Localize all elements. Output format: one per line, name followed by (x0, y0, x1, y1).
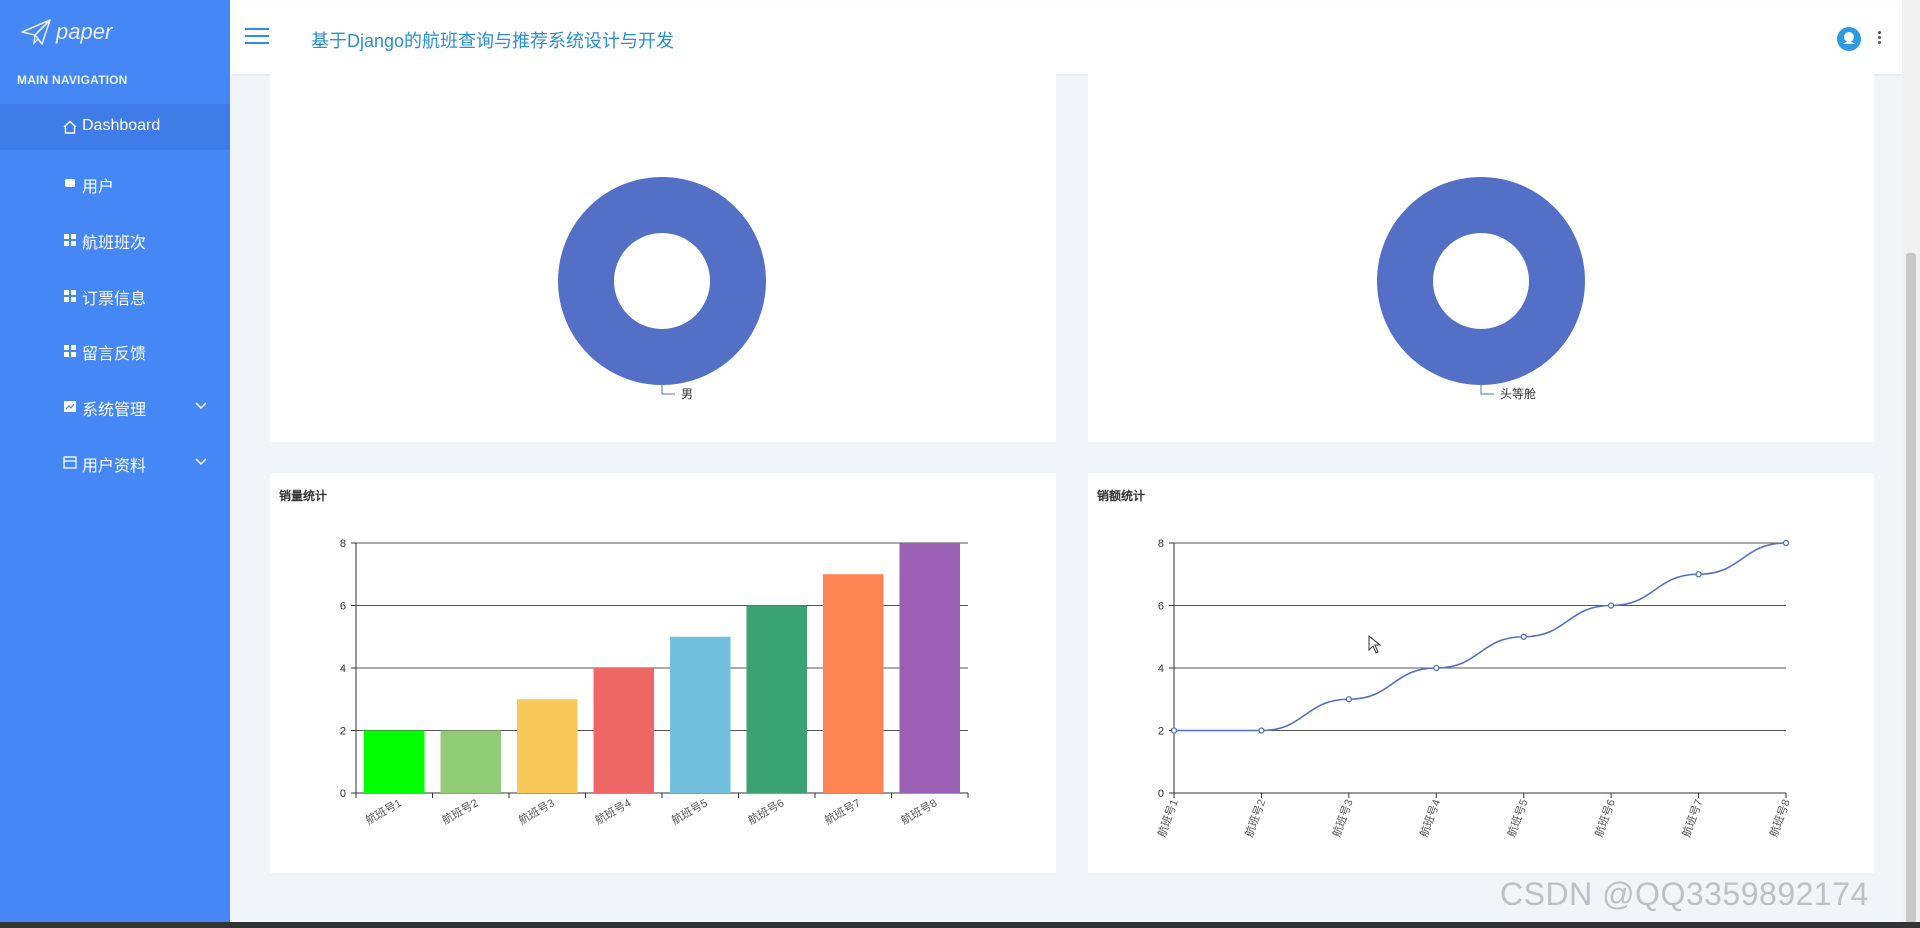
bar[interactable] (823, 574, 884, 793)
data-point[interactable] (1345, 696, 1353, 703)
sidebar-item-profile[interactable]: 用户资料 (0, 439, 230, 485)
pie-label: 男 (681, 387, 693, 401)
y-tick-label: 8 (340, 538, 346, 550)
brand-logo[interactable]: paper (20, 18, 112, 46)
cabin-pie-card: 头等舱 (1088, 74, 1874, 442)
y-tick-label: 2 (1158, 726, 1164, 738)
x-tick-label: 航班号5 (1504, 797, 1531, 839)
chart-icon (64, 401, 76, 412)
grid-icon (64, 234, 76, 246)
chevron-down-icon (195, 458, 207, 466)
sidebar-item-label: 留言反馈 (82, 346, 147, 363)
x-tick-label: 航班号1 (363, 795, 404, 827)
y-tick-label: 4 (1158, 663, 1164, 675)
data-point[interactable] (1607, 602, 1615, 609)
header: 基于Django的航班查询与推荐系统设计与开发 (230, 4, 1902, 74)
avatar[interactable] (1837, 27, 1861, 51)
pie-label-line (1480, 385, 1494, 395)
mouse-cursor-icon (1368, 635, 1382, 654)
x-tick-label: 航班号2 (1242, 797, 1269, 839)
user-icon (65, 179, 75, 187)
sales-amount-card: 销额统计 0 2 4 6 8 航班号1 航班号2 航班号3 航班号4 航班号5 航班号6 航班号7 航班… (1088, 473, 1874, 873)
y-tick-label: 6 (340, 601, 346, 613)
home-icon (63, 120, 77, 134)
data-point[interactable] (1170, 727, 1178, 734)
x-tick-label: 航班号6 (745, 795, 786, 827)
sidebar-item-label: 用户 (82, 179, 115, 196)
pie-label-line (661, 385, 675, 395)
series-line (1174, 542, 1787, 732)
sidebar-item-label: 系统管理 (82, 402, 147, 419)
y-tick-label: 4 (340, 663, 346, 675)
scrollbar-thumb[interactable] (1906, 253, 1916, 923)
card-icon (63, 456, 77, 469)
watermark: CSDN @QQ3359892174 (1500, 876, 1869, 912)
y-tick-label: 0 (1158, 788, 1164, 800)
y-tick-label: 2 (340, 726, 346, 738)
gender-pie-chart: 男 (558, 177, 766, 401)
x-tick-label: 航班号4 (592, 795, 633, 827)
pie-slice[interactable] (558, 177, 766, 385)
data-point[interactable] (1433, 664, 1440, 672)
data-point[interactable] (1258, 727, 1265, 734)
bar[interactable] (440, 730, 502, 794)
data-point[interactable] (1695, 571, 1702, 578)
grid-icon (64, 290, 76, 302)
x-tick-label: 航班号5 (669, 795, 710, 827)
menu-toggle-icon[interactable] (245, 28, 269, 48)
bar[interactable] (517, 699, 578, 793)
brand-name: paper (56, 19, 113, 44)
x-tick-label: 航班号7 (822, 795, 863, 827)
sidebar-item-feedback[interactable]: 留言反馈 (0, 327, 230, 373)
paper-plane-icon (21, 19, 51, 45)
x-tick-label: 航班号4 (1417, 797, 1444, 839)
page-title: 基于Django的航班查询与推荐系统设计与开发 (311, 31, 675, 51)
grid-icon (64, 345, 76, 357)
x-tick-label: 航班号7 (1679, 797, 1706, 839)
sidebar-item-label: 航班班次 (82, 235, 147, 252)
pie-label: 头等舱 (1500, 387, 1536, 401)
taskbar-edge (0, 922, 1920, 928)
sidebar-item-bookings[interactable]: 订票信息 (0, 272, 230, 318)
nav-heading: MAIN NAVIGATION (17, 73, 128, 87)
sidebar-item-system[interactable]: 系统管理 (0, 383, 230, 429)
sidebar-item-flights[interactable]: 航班班次 (0, 216, 230, 262)
x-tick-label: 航班号2 (439, 795, 480, 827)
y-tick-label: 8 (1158, 538, 1164, 550)
sidebar-item-label: Dashboard (82, 117, 161, 134)
sales-volume-card: 销量统计 0 2 4 6 8 航班号1 航班号2 航班号3 航班号4 航班号5 航班号6 航班号7 航班… (270, 473, 1056, 873)
bar[interactable] (593, 668, 655, 793)
avatar-icon (1843, 32, 1855, 44)
y-tick-label: 0 (340, 788, 346, 800)
sales-amount-line-chart: 0 2 4 6 8 航班号1 航班号2 航班号3 航班号4 航班号5 航班号6 航班号7 航班号8 (1154, 538, 1793, 839)
active-indicator (196, 104, 230, 150)
bar[interactable] (899, 543, 961, 793)
chevron-down-icon (195, 402, 207, 410)
x-tick-label: 航班号8 (898, 795, 939, 827)
pie-slice[interactable] (1377, 177, 1585, 385)
y-tick-label: 6 (1158, 601, 1164, 613)
gender-pie-card: 男 (270, 74, 1056, 442)
cabin-pie-chart: 头等舱 (1377, 177, 1585, 401)
sidebar-item-label: 订票信息 (82, 291, 147, 308)
bar[interactable] (364, 730, 425, 794)
x-tick-label: 航班号8 (1766, 797, 1793, 839)
x-tick-label: 航班号6 (1591, 797, 1618, 839)
x-tick-label: 航班号3 (516, 795, 557, 827)
bar[interactable] (670, 636, 731, 793)
sidebar-item-users[interactable]: 用户 (0, 160, 230, 206)
more-menu-icon[interactable] (1878, 31, 1882, 46)
data-point[interactable] (1782, 539, 1790, 547)
bar[interactable] (746, 605, 808, 794)
x-tick-label: 航班号1 (1154, 797, 1181, 839)
sales-volume-bar-chart: 0 2 4 6 8 航班号1 航班号2 航班号3 航班号4 航班号5 航班号6 航班号7 航班号8 (340, 538, 969, 827)
x-tick-label: 航班号3 (1329, 797, 1356, 839)
sidebar-item-label: 用户资料 (82, 458, 147, 475)
data-point[interactable] (1520, 633, 1527, 640)
